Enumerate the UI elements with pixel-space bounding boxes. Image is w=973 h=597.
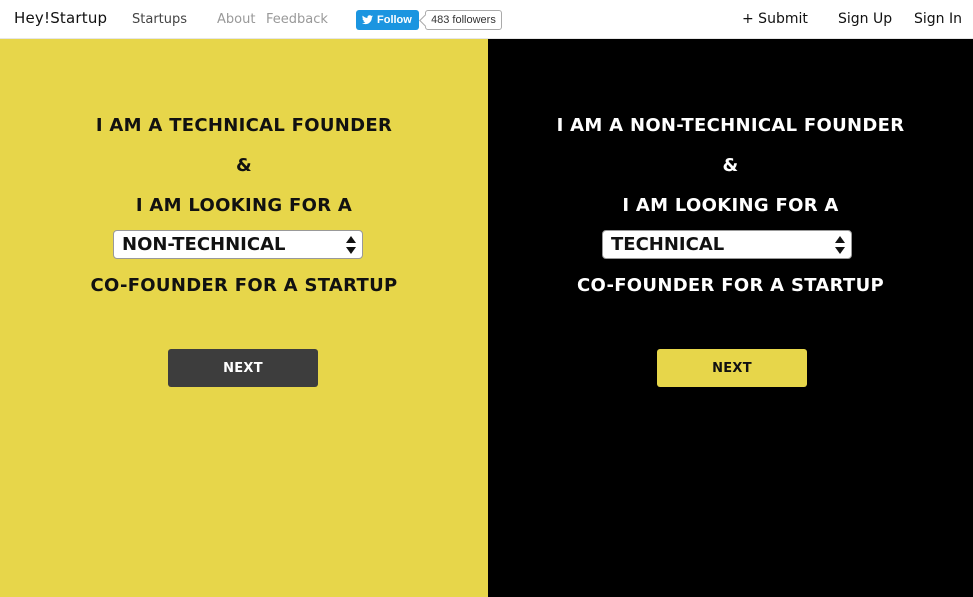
- select-arrows-icon: [835, 236, 845, 254]
- non-technical-founder-panel: I AM A NON-TECHNICAL FOUNDER & I AM LOOK…: [488, 39, 973, 597]
- founder-type-heading: I AM A NON-TECHNICAL FOUNDER: [556, 115, 905, 136]
- cofounder-startup-text: CO-FOUNDER FOR A STARTUP: [577, 275, 884, 296]
- top-navbar: Hey!Startup Startups About Feedback Foll…: [0, 0, 973, 39]
- twitter-bird-icon: [362, 15, 373, 25]
- twitter-follower-count[interactable]: 483 followers: [425, 10, 502, 30]
- technical-founder-panel: I AM A TECHNICAL FOUNDER & I AM LOOKING …: [0, 39, 488, 597]
- select-arrows-icon: [346, 236, 356, 254]
- twitter-follow-label: Follow: [377, 14, 412, 26]
- nav-about-link[interactable]: About: [217, 12, 255, 27]
- submit-link[interactable]: + Submit: [742, 11, 808, 27]
- cofounder-startup-text: CO-FOUNDER FOR A STARTUP: [90, 275, 398, 296]
- twitter-follow-button[interactable]: Follow: [356, 10, 419, 30]
- next-button[interactable]: NEXT: [657, 349, 807, 387]
- ampersand-text: &: [236, 155, 252, 176]
- nav-startups-link[interactable]: Startups: [132, 12, 187, 27]
- signup-link[interactable]: Sign Up: [838, 11, 892, 27]
- select-value: TECHNICAL: [611, 234, 725, 255]
- select-value: NON-TECHNICAL: [122, 234, 286, 255]
- looking-for-text: I AM LOOKING FOR A: [622, 195, 839, 216]
- site-logo[interactable]: Hey!Startup: [14, 9, 107, 27]
- looking-for-text: I AM LOOKING FOR A: [135, 195, 353, 216]
- signin-link[interactable]: Sign In: [914, 11, 962, 27]
- nav-feedback-link[interactable]: Feedback: [266, 12, 328, 27]
- ampersand-text: &: [722, 155, 739, 176]
- cofounder-type-select[interactable]: TECHNICAL: [602, 230, 852, 259]
- founder-type-heading: I AM A TECHNICAL FOUNDER: [95, 115, 393, 136]
- cofounder-type-select[interactable]: NON-TECHNICAL: [113, 230, 363, 259]
- next-button[interactable]: NEXT: [168, 349, 318, 387]
